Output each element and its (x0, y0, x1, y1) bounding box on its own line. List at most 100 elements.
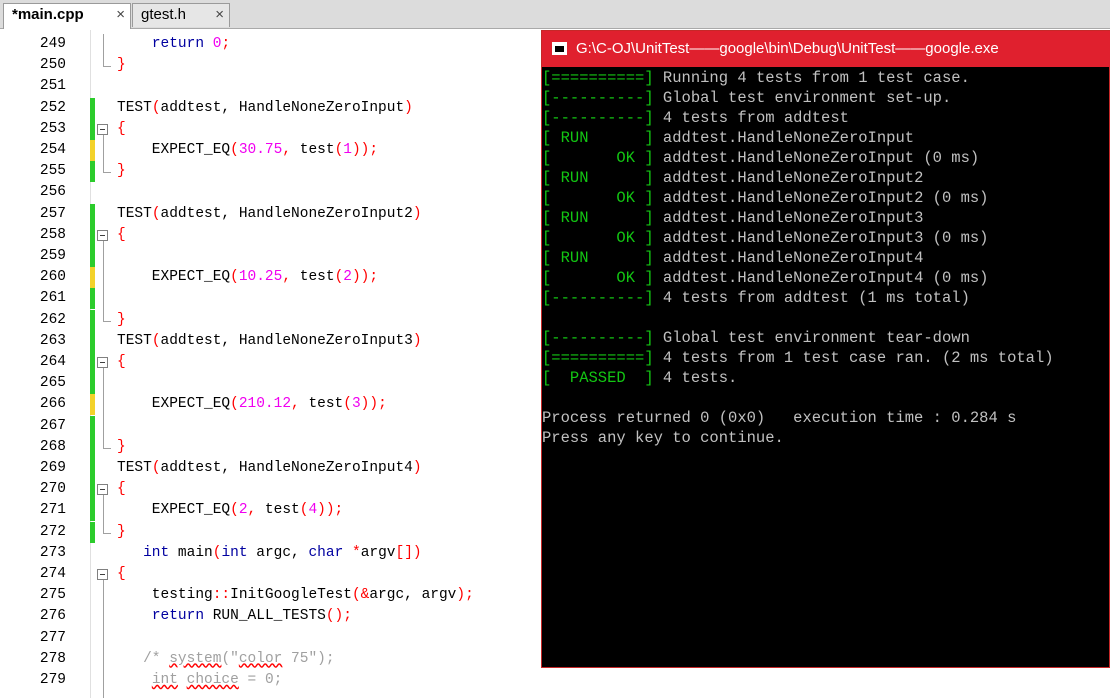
tab-main-cpp[interactable]: *main.cpp × (3, 3, 131, 29)
fold-toggle-icon[interactable] (97, 357, 108, 368)
console-line-text: Running 4 tests from 1 test case. (653, 69, 970, 87)
line-number: 279 (39, 672, 66, 688)
code-token: test (256, 502, 300, 519)
punctuation-token: ) (412, 332, 422, 349)
punctuation-token: , (282, 142, 292, 158)
keyword-token: int (143, 544, 170, 561)
line-number: 259 (39, 248, 66, 264)
change-marker (90, 521, 95, 543)
number-token: 10.25 (238, 269, 283, 286)
console-status-tag: [----------] (542, 289, 654, 307)
console-line-text: 4 tests from addtest (653, 109, 849, 127)
console-status-tag: [----------] (542, 329, 654, 347)
console-line: [==========] 4 tests from 1 test case ra… (542, 348, 1054, 368)
punctuation-token: :: (212, 587, 231, 604)
code-text: EXPECT_EQ(30.75, test(1)); (117, 140, 378, 161)
code-token: EXPECT_EQ (117, 269, 231, 286)
fold-toggle-icon[interactable] (97, 123, 108, 135)
line-number: 265 (39, 375, 66, 392)
code-text: { (117, 479, 126, 500)
change-marker (90, 479, 95, 501)
fold-guide-line (103, 240, 104, 320)
line-number: 261 (39, 290, 66, 307)
change-marker (90, 352, 95, 373)
punctuation-token: { (117, 566, 126, 582)
console-line: Press any key to continue. (542, 428, 784, 448)
code-text: { (117, 225, 126, 246)
console-line: [----------] 4 tests from addtest (1 ms … (542, 288, 970, 308)
line-number: 276 (39, 608, 66, 625)
punctuation-token: { (117, 481, 126, 498)
line-number: 257 (39, 205, 66, 222)
change-marker (90, 161, 95, 183)
line-number: 268 (39, 438, 66, 455)
punctuation-token: { (117, 226, 126, 243)
punctuation-token: (& (351, 587, 370, 604)
comment-token: color (238, 650, 283, 667)
punctuation-token: ) (412, 460, 422, 476)
line-number: 275 (39, 587, 66, 604)
change-marker (90, 373, 95, 395)
console-window[interactable]: G:\C-OJ\UnitTest——google\bin\Debug\UnitT… (541, 30, 1110, 668)
punctuation-token: )); (351, 142, 379, 158)
console-line-text: 4 tests from addtest (1 ms total) (653, 289, 970, 307)
line-number: 267 (39, 417, 66, 434)
punctuation-token: ( (343, 396, 352, 413)
console-status-tag: [----------] (542, 109, 654, 127)
punctuation-token: * (351, 544, 361, 561)
code-text: return RUN_ALL_TESTS(); (117, 606, 352, 627)
tab-label: *main.cpp (12, 6, 84, 23)
fold-toggle-icon[interactable] (97, 484, 108, 496)
tab-gtest-h[interactable]: gtest.h × (132, 3, 230, 27)
line-number: 273 (39, 544, 66, 561)
console-status-tag: [ PASSED ] (542, 369, 654, 387)
console-line: [ OK ] addtest.HandleNoneZeroInput (0 ms… (542, 148, 979, 168)
keyword-token: int (221, 544, 248, 561)
punctuation-token: ) (404, 99, 413, 116)
console-line: [ PASSED ] 4 tests. (542, 368, 737, 388)
line-number: 260 (39, 269, 66, 286)
punctuation-token: ( (230, 269, 239, 286)
console-line-text: addtest.HandleNoneZeroInput4 (653, 249, 924, 267)
console-line-text: addtest.HandleNoneZeroInput (0 ms) (653, 149, 980, 167)
fold-end-marker (103, 56, 111, 68)
line-number: 258 (39, 226, 66, 243)
close-icon[interactable]: × (116, 4, 125, 26)
code-token: EXPECT_EQ (117, 142, 231, 158)
fold-end-marker (103, 437, 111, 449)
console-line-text: addtest.HandleNoneZeroInput2 (653, 169, 924, 187)
console-app-icon (552, 42, 567, 55)
code-token: test (291, 269, 335, 286)
punctuation-token: ( (230, 142, 239, 158)
punctuation-token: ); (456, 587, 474, 604)
fold-toggle-icon[interactable] (97, 569, 108, 580)
console-line-text: addtest.HandleNoneZeroInput2 (0 ms) (653, 189, 989, 207)
code-token: EXPECT_EQ (117, 396, 231, 413)
line-number: 253 (39, 120, 66, 137)
tab-label: gtest.h (141, 6, 187, 23)
line-number: 254 (39, 142, 66, 158)
code-line[interactable]: 279 int choice = 0; (0, 670, 1110, 691)
console-line: [ RUN ] addtest.HandleNoneZeroInput (542, 128, 914, 148)
change-marker (90, 309, 95, 331)
keyword-token: char (308, 544, 344, 561)
change-marker (90, 394, 95, 416)
fold-toggle-icon[interactable] (97, 229, 108, 241)
code-token: TEST (117, 99, 152, 116)
number-token: 30.75 (238, 142, 283, 158)
console-status-tag: [ RUN ] (542, 169, 654, 187)
line-number: 272 (39, 523, 66, 540)
code-token: TEST (117, 332, 152, 349)
console-status-tag: [ RUN ] (542, 129, 654, 147)
close-icon[interactable]: × (215, 4, 224, 26)
number-token: 210.12 (238, 396, 292, 413)
change-marker (90, 500, 95, 522)
code-text: { (117, 119, 126, 140)
punctuation-token: ( (334, 269, 344, 286)
console-title-bar[interactable]: G:\C-OJ\UnitTest——google\bin\Debug\UnitT… (542, 31, 1110, 67)
punctuation-token: ( (151, 99, 161, 116)
line-number: 249 (39, 36, 66, 52)
console-line: [----------] Global test environment tea… (542, 328, 970, 348)
punctuation-token: ( (230, 396, 239, 413)
